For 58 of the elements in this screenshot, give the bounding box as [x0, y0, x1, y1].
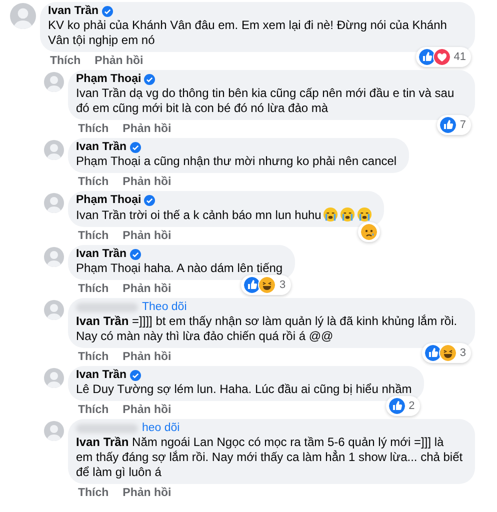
- laughing-reaction-icon: [438, 344, 457, 362]
- reaction-summary[interactable]: 3: [241, 275, 291, 295]
- comment-text: Lê Duy Tường sợ lém lun. Haha. Lúc đầu ai cũng bị hiểu nhầm: [76, 382, 412, 397]
- reaction-summary[interactable]: 3: [422, 343, 471, 363]
- avatar[interactable]: [44, 300, 64, 320]
- reaction-summary[interactable]: 2: [386, 396, 420, 416]
- author-name[interactable]: Ivan Trần: [48, 5, 98, 18]
- avatar[interactable]: [44, 193, 64, 213]
- reply-link[interactable]: Phản hồi: [122, 404, 172, 416]
- comment-text: Phạm Thoại a cũng nhận thư mời nhưng ko phải nên cancel: [76, 154, 397, 169]
- like-link[interactable]: Thích: [78, 230, 109, 242]
- reply-link[interactable]: Phản hồi: [94, 54, 144, 66]
- reply-link[interactable]: Phản hồi: [122, 230, 172, 242]
- like-link[interactable]: Thích: [78, 122, 109, 134]
- like-link[interactable]: Thích: [78, 282, 109, 294]
- author-name[interactable]: Ivan Trần: [76, 248, 126, 261]
- heart-reaction-icon: [432, 48, 451, 66]
- follow-link[interactable]: Theo dõi: [142, 301, 187, 314]
- avatar[interactable]: [44, 368, 64, 388]
- avatar[interactable]: [10, 3, 36, 29]
- reaction-summary[interactable]: 7: [436, 115, 471, 135]
- sad-reaction-icon: [360, 223, 378, 241]
- author-name[interactable]: Phạm Thoại: [76, 194, 142, 207]
- comment-text: Phạm Thoại haha. A nào dám lên tiếng: [76, 261, 283, 276]
- reply-link[interactable]: Phản hồi: [122, 176, 172, 188]
- avatar[interactable]: [44, 247, 64, 267]
- reaction-summary[interactable]: [358, 222, 380, 242]
- like-link[interactable]: Thích: [78, 176, 109, 188]
- like-link[interactable]: Thích: [78, 404, 109, 416]
- avatar[interactable]: [44, 140, 64, 160]
- comment-text: Ivan Trần =]]]] bt em thấy nhận sơ làm quản lý là đã kinh khủng lắm rồi. Nay có màn này thì lừa đảo chiến quá rồi á @@: [76, 314, 458, 344]
- avatar[interactable]: [44, 421, 64, 441]
- reply-link[interactable]: Phản hồi: [122, 282, 172, 294]
- like-reaction-icon: [243, 276, 262, 294]
- comment-text: Ivan Trần trời oi thế a k cảnh báo mn lun huhu: [76, 207, 372, 223]
- author-name[interactable]: Phạm Thoại: [76, 73, 142, 86]
- like-reaction-icon: [418, 48, 436, 66]
- author-name[interactable]: Ivan Trần: [76, 369, 126, 382]
- like-link[interactable]: Thích: [78, 350, 109, 362]
- like-link[interactable]: Thích: [78, 486, 109, 498]
- avatar[interactable]: [44, 72, 64, 92]
- like-link[interactable]: Thích: [50, 54, 81, 66]
- like-reaction-icon: [438, 116, 457, 134]
- laughing-reaction-icon: [258, 276, 276, 294]
- author-name[interactable]: Ivan Trần: [76, 141, 126, 154]
- like-reaction-icon: [424, 344, 442, 362]
- crying-face-icon: [340, 207, 356, 222]
- crying-face-icon: [323, 207, 338, 222]
- reply-link[interactable]: Phản hồi: [122, 350, 172, 362]
- comment-text: Ivan Trần Năm ngoái Lan Ngọc có mọc ra tầm 5-6 quản lý mới =]]] là em thấy đáng sợ lắm rồi. Nay mới thấy ca làm hẳn 1 show lừa... chả biết để làm gì luôn á: [76, 435, 463, 480]
- follow-link[interactable]: heo dõi: [142, 422, 180, 435]
- comment-text: KV ko phải của Khánh Vân đâu em. Em xem lại đi nè! Đừng nói của Khánh Vân tội nghịp em nó: [48, 18, 448, 48]
- comment-text: Ivan Trần dạ vg do thông tin bên kia cũng cấp nên mới đầu e tin và sau đó em cũng mới bit là con bé đó nó lừa đảo mà: [76, 86, 456, 116]
- crying-face-icon: [357, 207, 372, 222]
- like-reaction-icon: [388, 397, 406, 415]
- reply-link[interactable]: Phản hồi: [122, 122, 172, 134]
- reaction-summary[interactable]: 41: [416, 47, 471, 67]
- reply-link[interactable]: Phản hồi: [122, 486, 172, 498]
